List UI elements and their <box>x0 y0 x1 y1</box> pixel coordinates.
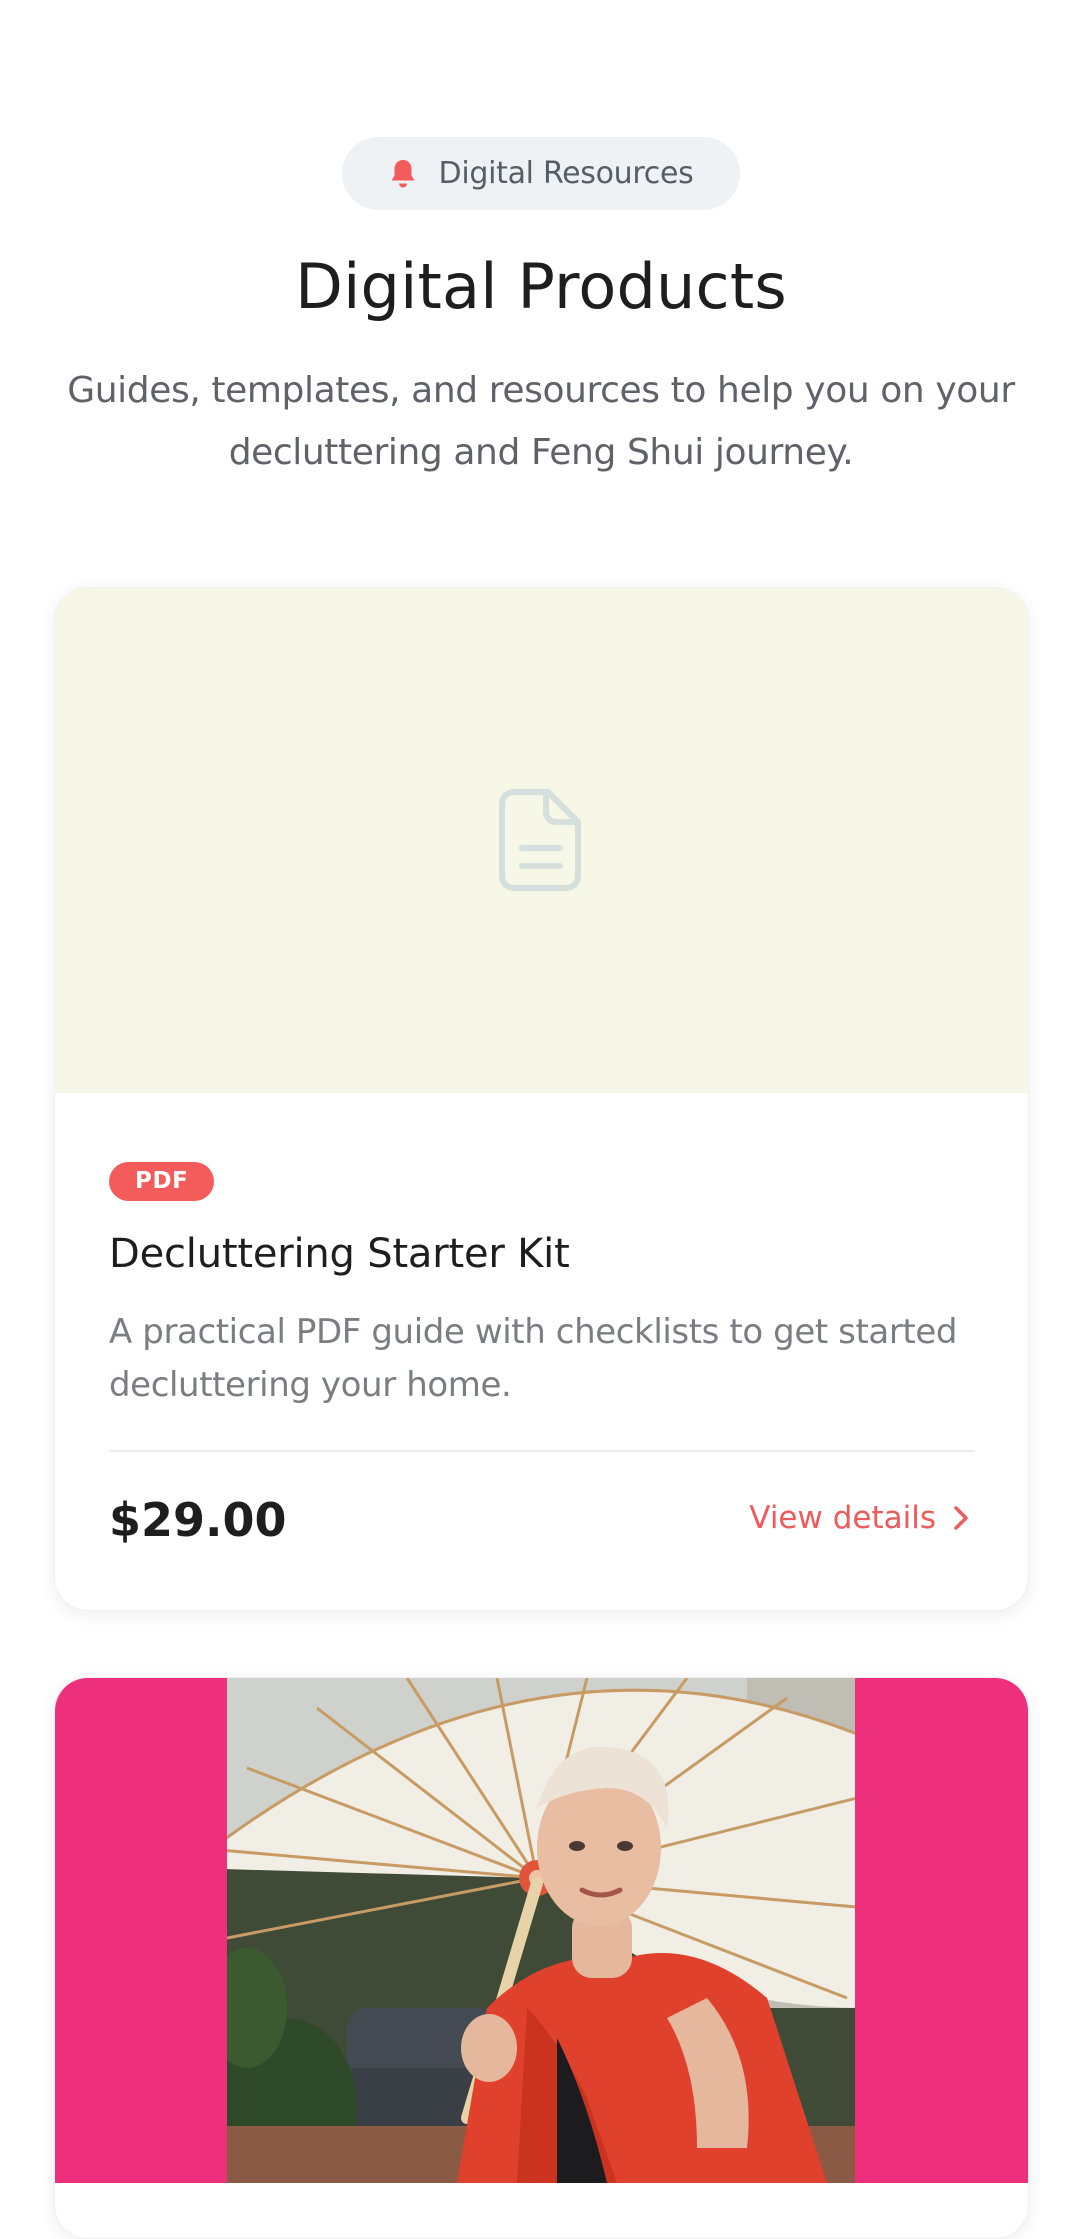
product-photo <box>227 1678 855 2183</box>
page-subtitle: Guides, templates, and resources to help… <box>67 370 1015 473</box>
product-card[interactable] <box>54 1677 1029 2239</box>
page-title: Digital Products <box>295 250 787 323</box>
view-details-label: View details <box>749 1500 936 1536</box>
product-title[interactable]: Decluttering Starter Kit <box>109 1231 570 1277</box>
document-icon <box>499 789 581 891</box>
section-pill: Digital Resources <box>342 137 740 210</box>
chevron-right-icon <box>954 1506 968 1530</box>
product-price: $29.00 <box>109 1493 287 1547</box>
product-description: A practical PDF guide with checklists to… <box>109 1312 958 1405</box>
page: Digital Resources Digital Products Guide… <box>0 0 1082 2239</box>
product-thumbnail[interactable] <box>55 588 1028 1093</box>
pill-label: Digital Resources <box>438 156 694 191</box>
view-details-link[interactable]: View details <box>749 1500 970 1536</box>
bell-icon <box>391 159 415 187</box>
card-divider <box>109 1450 975 1452</box>
product-image-background[interactable] <box>55 1678 1028 2183</box>
woman-with-umbrella-illustration <box>227 1678 855 2183</box>
product-card[interactable]: PDF Decluttering Starter Kit A practical… <box>54 587 1029 1611</box>
format-badge: PDF <box>109 1162 215 1201</box>
